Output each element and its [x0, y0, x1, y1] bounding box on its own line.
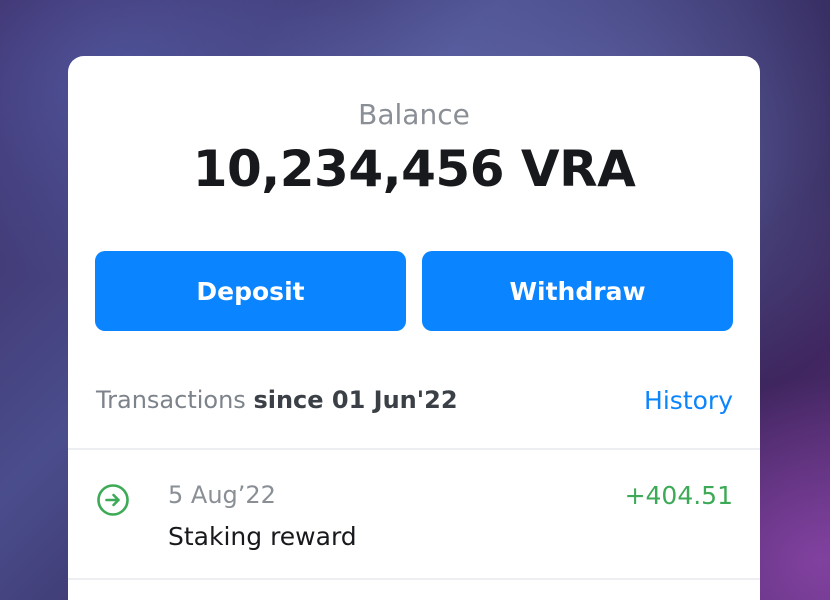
balance-value: 10,234,456 VRA: [192, 140, 636, 198]
balance-label: Balance: [358, 98, 470, 131]
withdraw-button[interactable]: Withdraw: [422, 251, 733, 331]
transactions-header-prefix: Transactions: [96, 386, 246, 414]
transactions-header-since: since 01 Jun'22: [253, 386, 458, 414]
history-link[interactable]: History: [644, 386, 733, 415]
transaction-amount: +404.51: [624, 481, 733, 510]
transaction-description: Staking reward: [168, 522, 357, 551]
wallet-card: Balance 10,234,456 VRA Deposit Withdraw …: [68, 56, 760, 600]
divider: [68, 578, 760, 580]
transactions-header: Transactions since 01 Jun'22: [96, 386, 458, 414]
divider: [68, 448, 760, 450]
deposit-button[interactable]: Deposit: [95, 251, 406, 331]
arrow-right-circle-icon: [97, 484, 129, 516]
background: Balance 10,234,456 VRA Deposit Withdraw …: [0, 0, 830, 600]
transaction-date: 5 Aug’22: [168, 481, 276, 509]
